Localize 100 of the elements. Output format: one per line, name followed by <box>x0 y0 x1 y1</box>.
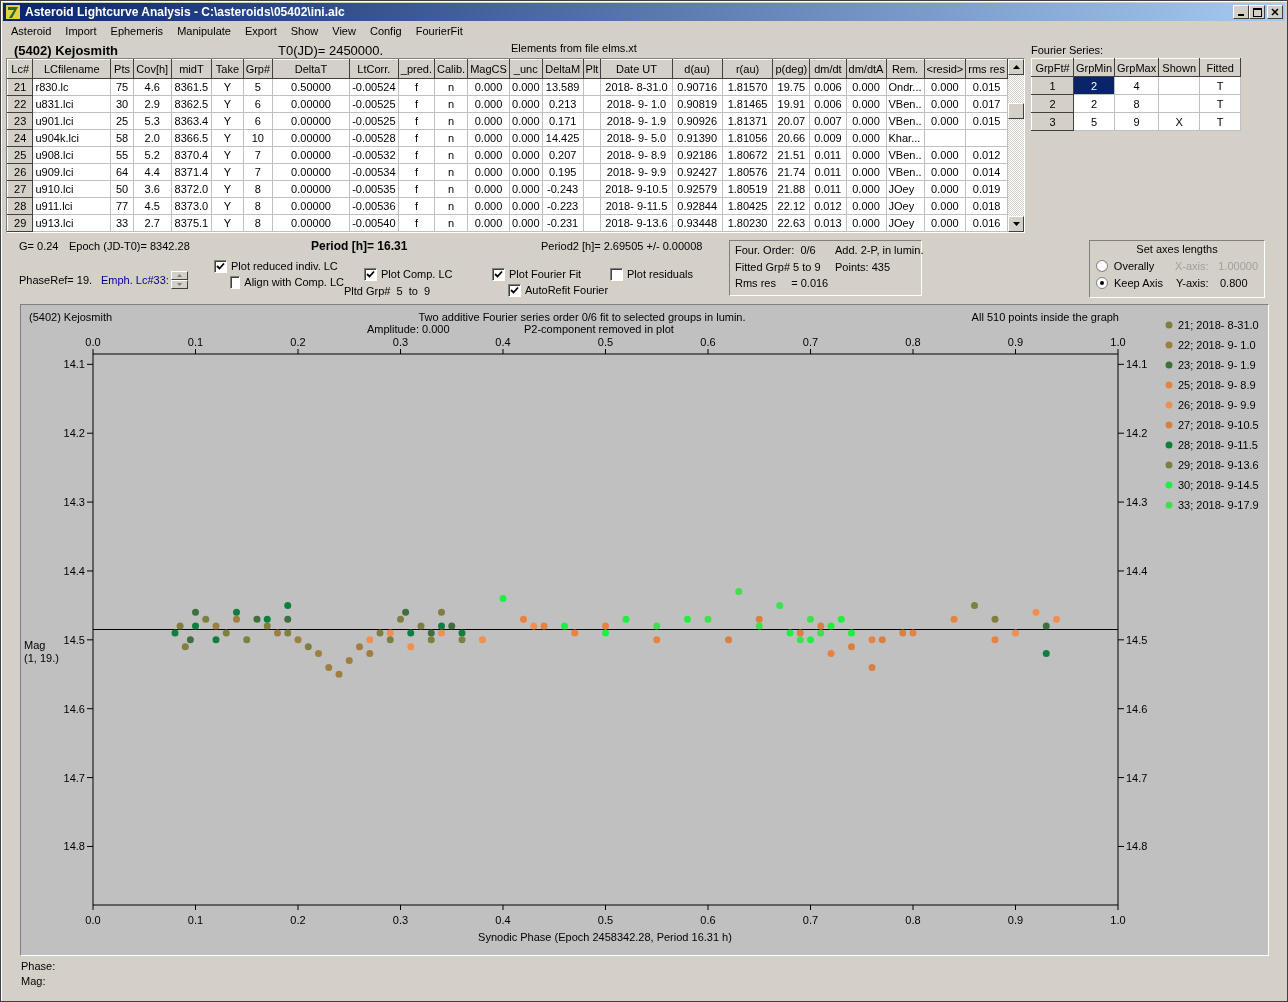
checkbox-label[interactable]: Plot residuals <box>627 268 694 280</box>
column-header[interactable]: Date UT <box>600 59 673 79</box>
menu-item[interactable]: View <box>325 24 363 37</box>
data-point <box>1042 650 1050 658</box>
tick-label: 0.1 <box>187 914 204 926</box>
column-header[interactable]: Fitted <box>1199 58 1241 77</box>
data-point <box>438 608 445 616</box>
menu-item[interactable]: Import <box>58 24 104 37</box>
triangle-down-icon <box>1012 222 1020 226</box>
checkbox[interactable] <box>364 267 377 281</box>
column-header[interactable]: <resid> <box>924 59 966 79</box>
table-cell: Y <box>211 214 244 232</box>
column-header[interactable]: midT <box>171 59 212 79</box>
checkbox-label[interactable]: Plot Comp. LC <box>381 268 453 280</box>
checkbox[interactable] <box>508 283 521 297</box>
app-icon <box>5 4 21 20</box>
tick-label: 0.9 <box>1007 914 1024 926</box>
maximize-icon <box>1252 7 1262 17</box>
scrollbar-thumb[interactable] <box>1008 103 1024 119</box>
column-header[interactable]: GrpFt# <box>1031 58 1074 77</box>
column-header[interactable]: dm/dt <box>809 59 847 79</box>
minimize-button[interactable] <box>1233 5 1249 19</box>
column-header[interactable]: Pts <box>110 59 134 79</box>
table-cell: 0.007 <box>809 112 847 130</box>
table-cell: 2018- 8-31.0 <box>600 78 673 96</box>
table-cell: 1.80230 <box>722 214 773 232</box>
column-header[interactable]: Cov[h] <box>133 59 172 79</box>
checkbox[interactable] <box>492 267 505 281</box>
scroll-up-button[interactable] <box>1008 59 1024 75</box>
data-point <box>684 615 691 623</box>
checkbox-label[interactable]: Align with Comp. LC <box>244 276 344 288</box>
data-point <box>212 622 220 630</box>
radio-label[interactable]: Overally <box>1113 259 1175 272</box>
column-header[interactable]: GrpMax <box>1114 58 1159 77</box>
column-header[interactable]: p(deg) <box>772 59 810 79</box>
maximize-button[interactable] <box>1249 5 1265 19</box>
legend-label: 28; 2018- 9-11.5 <box>1178 439 1258 451</box>
menu-item[interactable]: FourierFit <box>408 24 470 37</box>
table-cell: Y <box>211 197 244 215</box>
table-cell: 0.006 <box>809 95 847 113</box>
column-header[interactable]: Calib. <box>434 59 468 79</box>
spin-down-button[interactable] <box>170 280 188 289</box>
table-cell: -0.231 <box>542 214 584 232</box>
column-header[interactable]: Grp# <box>243 59 273 79</box>
data-point <box>253 615 261 623</box>
column-header[interactable]: GrpMin <box>1073 58 1115 77</box>
table-cell: 0.00000 <box>272 197 350 215</box>
data-point <box>192 622 199 630</box>
column-header[interactable]: MagCS <box>467 59 510 79</box>
menu-item[interactable]: Export <box>237 24 284 37</box>
table-cell: 0.000 <box>924 214 966 232</box>
menu-item[interactable]: Ephemeris <box>103 24 171 37</box>
column-header[interactable]: Take <box>211 59 244 79</box>
data-point <box>376 629 384 637</box>
column-header[interactable]: LtCorr. <box>349 59 399 79</box>
radio-button[interactable] <box>1096 259 1108 272</box>
column-header[interactable]: DeltaT <box>272 59 350 79</box>
column-header[interactable]: rms res <box>965 59 1008 79</box>
table-cell: 0.000 <box>467 146 510 164</box>
data-point <box>407 643 415 651</box>
menu-item[interactable]: Manipulate <box>170 24 238 37</box>
checkbox[interactable] <box>214 259 227 273</box>
table-cell: 0.000 <box>509 129 543 147</box>
legend-label: 30; 2018- 9-14.5 <box>1178 479 1259 491</box>
table-cell: 0.50000 <box>272 78 350 96</box>
table-cell: -0.00534 <box>349 163 399 181</box>
spin-up-button[interactable] <box>170 271 188 280</box>
data-point <box>304 643 312 651</box>
close-button[interactable] <box>1267 5 1283 19</box>
checkbox-label[interactable]: Plot reduced indiv. LC <box>231 260 338 272</box>
checkbox[interactable] <box>610 267 623 281</box>
menu-item[interactable]: Config <box>362 24 409 37</box>
column-header[interactable]: Shown <box>1158 58 1200 77</box>
column-header[interactable]: _pred. <box>398 59 435 79</box>
table-cell: 20.66 <box>772 129 810 147</box>
menu-item[interactable]: Asteroid <box>4 24 59 37</box>
tick-label: 0.1 <box>187 336 204 348</box>
checkbox-label[interactable]: Plot Fourier Fit <box>509 268 582 280</box>
column-header[interactable]: DeltaM <box>542 59 584 79</box>
table-cell: 0.00000 <box>272 163 350 181</box>
tick-label: 0.3 <box>392 336 409 348</box>
data-point <box>366 650 374 658</box>
checkbox-label[interactable]: AutoRefit Fourier <box>525 284 609 296</box>
column-header[interactable]: dm/dtA <box>846 59 886 79</box>
column-header[interactable]: Lc# <box>7 59 33 79</box>
checkbox[interactable] <box>230 275 241 289</box>
column-header[interactable]: r(au) <box>722 59 773 79</box>
radio-label[interactable]: Keep Axis <box>1114 276 1176 289</box>
table-cell: 8370.4 <box>171 146 212 164</box>
menu-item[interactable]: Show <box>283 24 326 37</box>
column-header[interactable]: LCfilename <box>32 59 111 79</box>
column-header[interactable]: d(au) <box>672 59 723 79</box>
column-header[interactable]: Rem. <box>886 59 925 79</box>
scroll-down-button[interactable] <box>1008 216 1024 232</box>
column-header[interactable]: _unc <box>509 59 543 79</box>
radio-button[interactable] <box>1096 276 1108 289</box>
table-cell: f <box>398 112 435 130</box>
fit-info-text: Fitted Grp# 5 to 9 <box>735 260 822 275</box>
period-value: Period [h]= 16.31 <box>311 238 409 253</box>
table-cell: 0.90926 <box>672 112 723 130</box>
